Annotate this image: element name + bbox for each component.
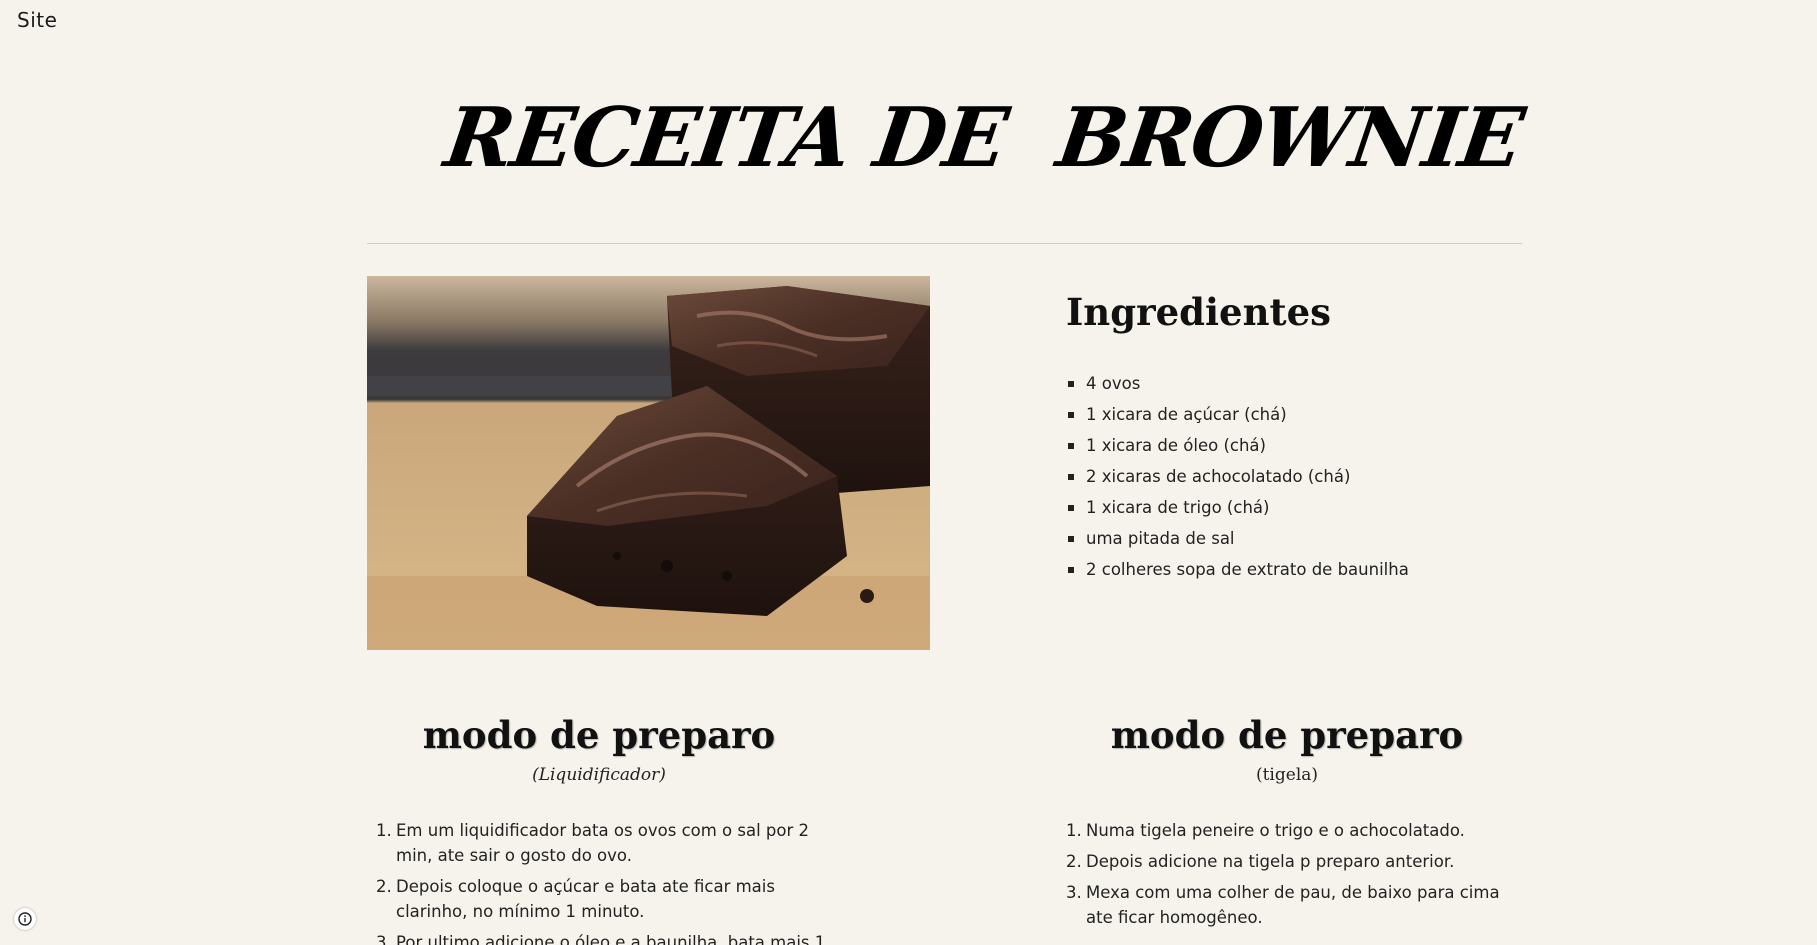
hero-title: RECEITA DE BROWNIE [439, 90, 1528, 186]
ingredient-item: uma pitada de sal [1066, 523, 1409, 554]
ingredients-list: 4 ovos 1 xicara de açúcar (chá) 1 xicara… [1066, 368, 1409, 585]
brownie-photo [367, 276, 930, 650]
method-blender-steps: 1. Em um liquidificador bata os ovos com… [368, 818, 828, 945]
step-text: Depois coloque o açúcar e bata ate ficar… [396, 877, 775, 921]
method-bowl-steps: 1. Numa tigela peneire o trigo e o achoc… [1058, 818, 1518, 936]
ingredient-item: 4 ovos [1066, 368, 1409, 399]
step-text: Numa tigela peneire o trigo e o achocola… [1086, 821, 1465, 840]
step-text: Depois adicione na tigela p preparo ante… [1086, 852, 1455, 871]
method-blender-subtitle: (Liquidificador) [532, 765, 666, 785]
step-item: 3. Por ultimo adicione o óleo e a baunil… [368, 930, 828, 945]
ingredient-item: 2 colheres sopa de extrato de baunilha [1066, 554, 1409, 585]
page: Site RECEITA DE BROWNIE Ingredientes 4 o… [0, 0, 1817, 945]
divider [367, 243, 1522, 244]
step-number: 1. [376, 821, 392, 840]
step-item: 3. Mexa com uma colher de pau, de baixo … [1058, 880, 1518, 930]
ingredient-item: 1 xicara de óleo (chá) [1066, 430, 1409, 461]
step-number: 3. [1066, 883, 1082, 902]
ingredients-title: Ingredientes [1066, 290, 1331, 334]
method-blender-title: modo de preparo [422, 713, 776, 757]
ingredient-item: 1 xicara de açúcar (chá) [1066, 399, 1409, 430]
info-button[interactable] [14, 908, 36, 930]
step-item: 2. Depois coloque o açúcar e bata ate fi… [368, 874, 828, 924]
ingredient-item: 2 xicaras de achocolatado (chá) [1066, 461, 1409, 492]
ingredient-item: 1 xicara de trigo (chá) [1066, 492, 1409, 523]
info-icon [18, 912, 32, 926]
step-item: 1. Em um liquidificador bata os ovos com… [368, 818, 828, 868]
step-item: 1. Numa tigela peneire o trigo e o achoc… [1058, 818, 1518, 843]
step-item: 2. Depois adicione na tigela p preparo a… [1058, 849, 1518, 874]
brownie-image [367, 276, 930, 650]
step-number: 2. [376, 877, 392, 896]
method-bowl-subtitle: (tigela) [1255, 765, 1319, 785]
method-bowl-title: modo de preparo [1110, 713, 1464, 757]
step-text: Por ultimo adicione o óleo e a baunilha,… [396, 933, 826, 945]
step-number: 1. [1066, 821, 1082, 840]
step-number: 2. [1066, 852, 1082, 871]
step-text: Em um liquidificador bata os ovos com o … [396, 821, 810, 865]
site-title[interactable]: Site [17, 8, 57, 32]
step-number: 3. [376, 933, 392, 945]
step-text: Mexa com uma colher de pau, de baixo par… [1086, 883, 1500, 927]
